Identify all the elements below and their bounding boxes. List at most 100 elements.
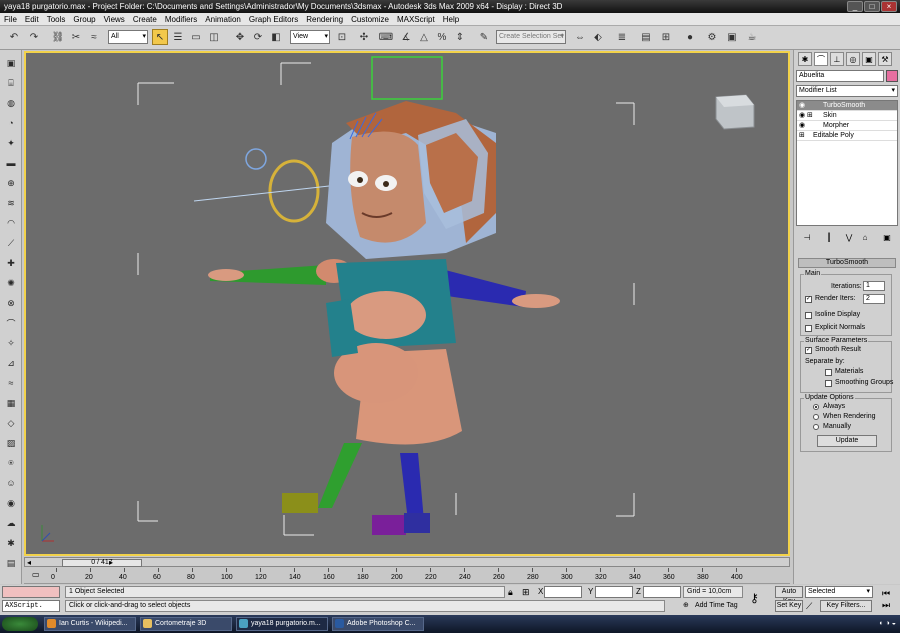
manually-radio[interactable] [813,424,819,430]
create-teapot-icon[interactable]: ◔ [3,116,19,130]
noise-modifier-icon[interactable]: ≈ [3,376,19,390]
task-3dsmax[interactable]: yaya18 purgatorio.m... [236,617,328,631]
modifier-list-dropdown[interactable]: Modifier List [796,85,898,97]
smooth-result-checkbox[interactable]: ✓ [805,347,812,354]
set-key-button[interactable]: Set Key [775,600,803,612]
create-cylinder-icon[interactable]: ⌸ [3,76,19,90]
playback-controls-icon[interactable]: ⏮ ⏭ [876,587,896,611]
select-and-manipulate-icon[interactable]: ✣ [356,29,372,45]
configure-modifier-sets-icon[interactable]: ▣ [880,231,894,243]
stack-item-editable-poly[interactable]: ⊞ Editable Poly [797,131,897,141]
create-camera-icon[interactable]: ▬ [3,156,19,170]
menu-animation[interactable]: Animation [205,15,241,24]
lightbulb-icon[interactable]: ◉ ⊞ [799,111,813,121]
percent-snap-icon[interactable]: % [434,29,450,45]
select-by-name-icon[interactable]: ☰ [170,29,186,45]
utilities-tab-icon[interactable]: ⚒ [878,52,892,66]
edit-mesh-icon[interactable]: ◇ [3,416,19,430]
pin-stack-icon[interactable]: ⊣ [800,231,814,243]
set-key-icon[interactable]: ⚷ [750,591,772,607]
menu-tools[interactable]: Tools [47,15,66,24]
taper-modifier-icon[interactable]: ⊿ [3,356,19,370]
render-setup-icon[interactable]: ⚙ [704,29,720,45]
bind-space-warp-icon[interactable]: ≈ [86,29,102,45]
stack-item-morpher[interactable]: ◉ Morpher [797,121,897,131]
unlink-icon[interactable]: ✂ [68,29,84,45]
task-photoshop[interactable]: Adobe Photoshop C... [332,617,424,631]
object-color-swatch[interactable] [886,70,898,82]
morpher-icon[interactable]: ☺ [3,476,19,490]
menu-help[interactable]: Help [443,15,459,24]
scripting-icon[interactable]: ▤ [3,556,19,570]
ik-solver-icon[interactable]: ✚ [3,256,19,270]
maxscript-listener-mini[interactable] [2,586,60,598]
expand-icon[interactable]: ⊞ [799,131,805,141]
keyboard-shortcut-override-icon[interactable]: ⌨ [378,29,394,45]
menu-edit[interactable]: Edit [25,15,39,24]
key-selection-dropdown[interactable]: Selected [805,586,873,598]
pivot-center-icon[interactable]: ⊡ [334,29,350,45]
lightbulb-icon[interactable]: ◉ [799,101,805,111]
auto-key-button[interactable]: Auto Key [775,586,803,605]
absolute-mode-icon[interactable]: ⊞ [522,587,530,598]
lightbulb-icon[interactable]: ◉ [799,121,805,131]
create-helper-icon[interactable]: ⊕ [3,176,19,190]
twist-modifier-icon[interactable]: ✧ [3,336,19,350]
menu-maxscript[interactable]: MAXScript [397,15,435,24]
render-iters-checkbox[interactable]: ✓ [805,296,812,303]
close-button[interactable]: × [881,1,897,12]
x-coordinate-field[interactable] [544,586,582,598]
key-filters-button[interactable]: Key Filters... [820,600,872,612]
bone-tool-icon[interactable]: ⟋ [3,236,19,250]
motion-tab-icon[interactable]: ◎ [846,52,860,66]
time-slider[interactable]: 0 / 417 [62,559,142,567]
minimize-button[interactable]: _ [847,1,863,12]
create-sphere-icon[interactable]: ◍ [3,96,19,110]
always-radio[interactable] [813,404,819,410]
start-button[interactable] [2,617,38,631]
create-spacewarp-icon[interactable]: ≋ [3,196,19,210]
menu-modifiers[interactable]: Modifiers [165,15,197,24]
particle-icon[interactable]: ✺ [3,276,19,290]
mirror-icon[interactable]: ⇔ [572,29,588,45]
window-crossing-icon[interactable]: ◫ [206,29,222,45]
modify-tab-icon[interactable]: ⌒ [814,52,828,66]
spinner-snap-icon[interactable]: ⇕ [452,29,468,45]
perspective-viewport[interactable] [24,51,790,556]
menu-customize[interactable]: Customize [351,15,389,24]
skin-modifier-icon[interactable]: ⍟ [3,456,19,470]
select-object-icon[interactable]: ↖ [152,29,168,45]
material-editor-icon[interactable]: ● [682,29,698,45]
create-shape-icon[interactable]: ◠ [3,216,19,230]
prev-frame-icon[interactable]: ◂ [27,558,31,567]
angle-snap-icon[interactable]: △ [416,29,432,45]
menu-group[interactable]: Group [73,15,95,24]
explicit-normals-checkbox[interactable] [805,325,812,332]
schematic-view-icon[interactable]: ⊞ [658,29,674,45]
stack-item-skin[interactable]: ◉ ⊞ Skin [797,111,897,121]
create-box-icon[interactable]: ▣ [3,56,19,70]
task-firefox[interactable]: Ian Curtis - Wikipedi... [44,617,136,631]
show-end-result-icon[interactable]: ┃ [822,231,836,243]
ffd-modifier-icon[interactable]: ▦ [3,396,19,410]
next-frame-icon[interactable]: ▸ [109,558,113,567]
time-slider-track[interactable]: ◂ 0 / 417 ▸ [24,557,790,567]
bend-modifier-icon[interactable]: ⌒ [3,316,19,330]
make-unique-icon[interactable]: ⋁ [842,231,856,243]
trackbar[interactable]: ▭ 0 20 40 60 80 100 120 140 160 180 200 220 240 260 28… [24,568,790,584]
align-icon[interactable]: ⬖ [590,29,606,45]
object-name-field[interactable]: Abuelita [796,70,884,82]
smoothing-groups-checkbox[interactable] [825,380,832,387]
compound-icon[interactable]: ⊗ [3,296,19,310]
create-tab-icon[interactable]: ✱ [798,52,812,66]
materials-checkbox[interactable] [825,369,832,376]
update-button[interactable]: Update [817,435,877,447]
rectangular-selection-icon[interactable]: ▭ [188,29,204,45]
select-and-scale-icon[interactable]: ◧ [268,29,284,45]
effects-icon[interactable]: ✱ [3,536,19,550]
iterations-spinner[interactable]: 1 [863,281,885,291]
environment-icon[interactable]: ☁ [3,516,19,530]
snaps-toggle-icon[interactable]: ∡ [398,29,414,45]
create-light-icon[interactable]: ✦ [3,136,19,150]
undo-icon[interactable]: ↶ [6,29,22,45]
